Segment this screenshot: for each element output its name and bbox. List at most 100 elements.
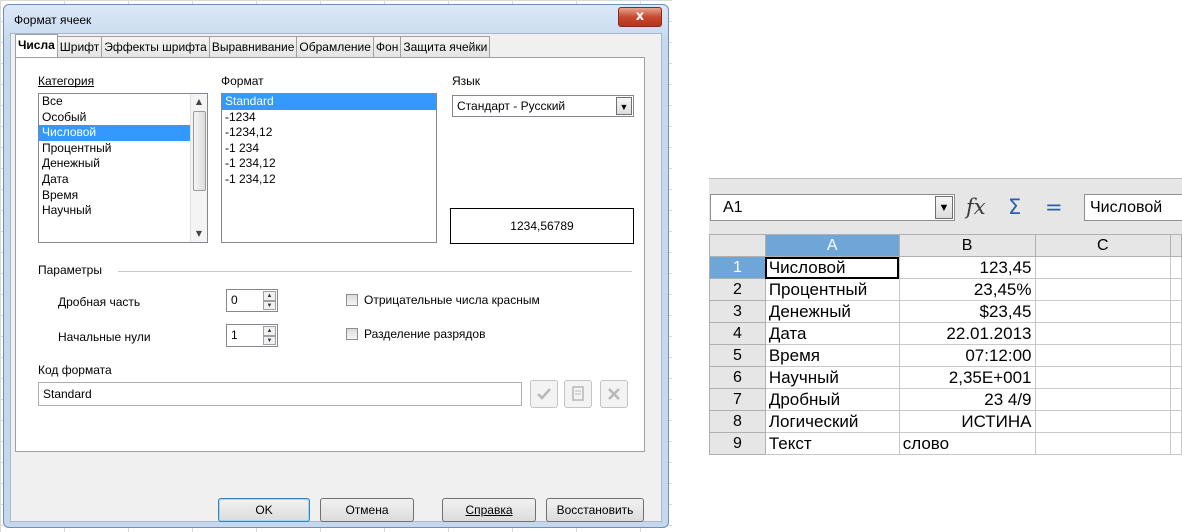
spin-down-icon[interactable]: ▼ [263, 335, 276, 345]
scroll-thumb[interactable] [193, 111, 206, 191]
equals-icon[interactable]: = [1045, 194, 1063, 221]
cell-a[interactable]: Денежный [764, 300, 900, 323]
language-select[interactable]: Стандарт - Русский ▼ [452, 95, 634, 117]
tab-font[interactable]: Шрифт [56, 36, 103, 57]
tab-alignment[interactable]: Выравнивание [208, 36, 298, 57]
category-item[interactable]: Денежный [39, 156, 207, 172]
delete-format-button[interactable] [600, 380, 628, 408]
cell-a[interactable]: Дробный [764, 388, 900, 411]
category-item[interactable]: Особый [39, 110, 207, 126]
category-item[interactable]: Процентный [39, 141, 207, 157]
dialog-titlebar[interactable]: Формат ячеек x [4, 5, 668, 33]
scroll-down-icon[interactable]: ▼ [191, 226, 207, 242]
format-item[interactable]: -1234 [222, 110, 436, 126]
row-header[interactable]: 9 [709, 432, 766, 455]
column-header-a[interactable]: A [764, 234, 900, 257]
chevron-down-icon[interactable]: ▼ [616, 97, 632, 115]
format-item[interactable]: -1 234 [222, 141, 436, 157]
reset-button[interactable]: Восстановить [546, 498, 644, 522]
close-button[interactable]: x [618, 7, 662, 27]
row-header[interactable]: 6 [709, 366, 766, 389]
cell-d[interactable] [1169, 278, 1182, 301]
category-item-selected[interactable]: Числовой [39, 125, 207, 141]
cell-d[interactable] [1169, 366, 1182, 389]
thousands-separator-checkbox[interactable] [346, 328, 358, 340]
category-item[interactable]: Научный [39, 203, 207, 219]
format-item[interactable]: -1234,12 [222, 125, 436, 141]
cell-a1[interactable]: Числовой [764, 256, 900, 279]
cell-b[interactable]: 23 4/9 [898, 388, 1036, 411]
scroll-up-icon[interactable]: ▲ [191, 94, 207, 110]
spin-up-icon[interactable]: ▲ [263, 291, 276, 301]
chevron-down-icon[interactable]: ▼ [935, 196, 953, 219]
row-header[interactable]: 8 [709, 410, 766, 433]
cell-d[interactable] [1169, 388, 1182, 411]
cell-b[interactable]: 2,35E+001 [898, 366, 1036, 389]
cell-c[interactable] [1034, 300, 1171, 323]
format-item[interactable]: -1 234,12 [222, 156, 436, 172]
cell-d[interactable] [1169, 256, 1182, 279]
category-scrollbar[interactable]: ▲ ▼ [190, 94, 207, 242]
cell-c[interactable] [1034, 388, 1171, 411]
cell-d[interactable] [1169, 322, 1182, 345]
help-button[interactable]: Справка [442, 498, 536, 522]
format-list[interactable]: Standard -1234 -1234,12 -1 234 -1 234,12… [221, 93, 437, 243]
row-header[interactable]: 2 [709, 278, 766, 301]
sum-icon[interactable]: Σ [1008, 194, 1021, 221]
column-header-c[interactable]: C [1034, 234, 1171, 257]
cell-d[interactable] [1169, 344, 1182, 367]
category-list[interactable]: Все Особый Числовой Процентный Денежный … [38, 93, 208, 243]
cell-b[interactable]: $23,45 [898, 300, 1036, 323]
corner-cell[interactable] [709, 234, 766, 257]
formula-input[interactable]: Числовой [1084, 194, 1182, 221]
cell-a[interactable]: Дата [764, 322, 900, 345]
format-item[interactable]: -1 234,12 [222, 172, 436, 188]
cell-d[interactable] [1169, 432, 1182, 455]
cell-b[interactable]: слово [898, 432, 1036, 455]
spin-up-icon[interactable]: ▲ [263, 326, 276, 336]
row-header[interactable]: 5 [709, 344, 766, 367]
cell-d[interactable] [1169, 300, 1182, 323]
row-header[interactable]: 4 [709, 322, 766, 345]
tab-numbers[interactable]: Числа [15, 34, 58, 57]
cell-b[interactable]: 123,45 [898, 256, 1036, 279]
format-code-input[interactable]: Standard [38, 382, 522, 406]
cell-c[interactable] [1034, 322, 1171, 345]
negative-red-label[interactable]: Отрицательные числа красным [364, 293, 540, 307]
category-item[interactable]: Все [39, 94, 207, 110]
cancel-button[interactable]: Отмена [320, 498, 414, 522]
cell-b[interactable]: ИСТИНА [898, 410, 1036, 433]
cell-c[interactable] [1034, 278, 1171, 301]
column-header-b[interactable]: B [898, 234, 1036, 257]
category-item[interactable]: Дата [39, 172, 207, 188]
tab-font-effects[interactable]: Эффекты шрифта [101, 36, 210, 57]
cell-d[interactable] [1169, 410, 1182, 433]
cell-c[interactable] [1034, 366, 1171, 389]
decimals-stepper[interactable]: 0 ▲ ▼ [226, 289, 278, 312]
category-item[interactable]: Время [39, 188, 207, 204]
thousands-separator-label[interactable]: Разделение разрядов [364, 327, 485, 341]
ok-button[interactable]: OK [218, 498, 310, 522]
cell-b[interactable]: 23,45% [898, 278, 1036, 301]
tab-background[interactable]: Фон [372, 36, 402, 57]
format-item-selected[interactable]: Standard [222, 94, 436, 110]
cell-c[interactable] [1034, 344, 1171, 367]
cell-c[interactable] [1034, 410, 1171, 433]
decimals-spin-buttons[interactable]: ▲ ▼ [263, 291, 276, 310]
cell-a[interactable]: Время [764, 344, 900, 367]
edit-comment-button[interactable] [564, 380, 592, 408]
name-box[interactable]: A1 ▼ [710, 194, 955, 221]
row-header[interactable]: 1 [709, 256, 766, 279]
leading-zeros-spin-buttons[interactable]: ▲ ▼ [263, 326, 276, 345]
cell-a[interactable]: Научный [764, 366, 900, 389]
tab-cell-protection[interactable]: Защита ячейки [400, 36, 491, 57]
function-wizard-icon[interactable]: 𝑓x [966, 194, 986, 221]
row-header[interactable]: 3 [709, 300, 766, 323]
column-header-next[interactable] [1169, 234, 1182, 257]
cell-c[interactable] [1034, 256, 1171, 279]
spin-down-icon[interactable]: ▼ [263, 300, 276, 310]
cell-a[interactable]: Логический [764, 410, 900, 433]
accept-format-button[interactable] [530, 380, 558, 408]
cell-b[interactable]: 22.01.2013 [898, 322, 1036, 345]
cell-c[interactable] [1034, 432, 1171, 455]
